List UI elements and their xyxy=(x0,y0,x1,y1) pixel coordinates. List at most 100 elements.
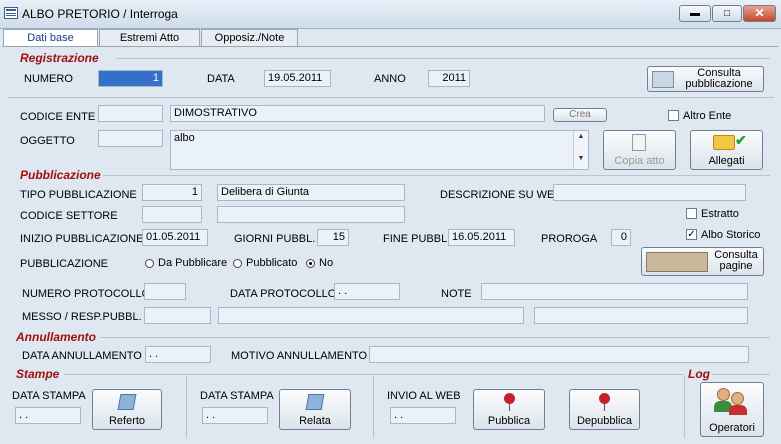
estratto-checkbox[interactable] xyxy=(686,208,697,219)
section-registrazione: Registrazione xyxy=(20,51,99,65)
tab-opposiz-note[interactable]: Opposiz./Note xyxy=(201,29,298,46)
radio-pubblicato[interactable] xyxy=(233,259,242,268)
app-icon xyxy=(4,7,18,19)
tipo-pubblicazione-desc[interactable]: Delibera di Giunta xyxy=(217,184,405,201)
scrollbar[interactable]: ▲ ▼ xyxy=(573,131,588,169)
altro-ente-checkbox[interactable] xyxy=(668,110,679,121)
radio-da-pubblicare-label: Da Pubblicare xyxy=(158,257,228,269)
section-stampe: Stampe xyxy=(16,367,60,381)
tipo-pubblicazione-code[interactable]: 1 xyxy=(142,184,202,201)
pubblicazione-label: PUBBLICAZIONE xyxy=(20,258,109,270)
fine-pubbl-label: FINE PUBBL. xyxy=(383,233,451,245)
oggetto-label: OGGETTO xyxy=(20,135,75,147)
printer-icon xyxy=(117,394,137,410)
anno-label: ANNO xyxy=(374,73,406,85)
oggetto-code-field[interactable] xyxy=(98,130,163,147)
section-log: Log xyxy=(688,367,710,381)
codice-settore-label: CODICE SETTORE xyxy=(20,210,118,222)
messo-resp-label: MESSO / RESP.PUBBL. xyxy=(22,311,142,323)
consulta-pubblicazione-label: Consulta pubblicazione xyxy=(685,67,753,90)
messo-code-field[interactable] xyxy=(144,307,211,324)
note-label: NOTE xyxy=(441,288,472,300)
numero-field[interactable]: 1 xyxy=(98,70,163,87)
inizio-pubblicazione-field[interactable]: 01.05.2011 xyxy=(142,229,208,246)
operatori-button[interactable]: Operatori xyxy=(700,382,764,437)
oggetto-text: albo xyxy=(174,132,195,144)
divider xyxy=(64,374,684,375)
radio-no-label: No xyxy=(319,257,334,269)
divider xyxy=(373,376,374,438)
data-stampa-referto-label: DATA STAMPA xyxy=(12,390,86,402)
radio-da-pubblicare[interactable] xyxy=(145,259,154,268)
operatori-label: Operatori xyxy=(709,422,755,434)
codice-settore-desc[interactable] xyxy=(217,206,405,223)
copia-atto-button[interactable]: Copia atto xyxy=(603,130,676,170)
proroga-field[interactable]: 0 xyxy=(611,229,631,246)
referto-button[interactable]: Referto xyxy=(92,389,162,430)
tab-estremi-atto[interactable]: Estremi Atto xyxy=(99,29,200,46)
anno-field[interactable]: 2011 xyxy=(428,70,470,87)
motivo-annullamento-label: MOTIVO ANNULLAMENTO xyxy=(231,350,368,362)
maximize-button[interactable]: □ xyxy=(712,5,742,22)
crea-button[interactable]: Crea xyxy=(553,108,607,122)
check-icon: ✔ xyxy=(735,132,747,148)
giorni-pubbl-field[interactable]: 15 xyxy=(317,229,349,246)
data-stampa-relata-label: DATA STAMPA xyxy=(200,390,274,402)
motivo-annullamento-field[interactable] xyxy=(369,346,749,363)
ente-descrizione-field[interactable]: DIMOSTRATIVO xyxy=(170,105,545,122)
albo-storico-checkbox[interactable]: ✓ xyxy=(686,229,697,240)
albo-storico-label: Albo Storico xyxy=(701,229,761,241)
numero-protocollo-label: NUMERO PROTOCOLLO xyxy=(22,288,151,300)
consulta-pubblicazione-button[interactable]: Consulta pubblicazione xyxy=(647,66,764,92)
oggetto-textarea[interactable]: albo ▲ ▼ xyxy=(170,130,589,170)
codice-settore-code[interactable] xyxy=(142,206,202,223)
tipo-pubblicazione-label: TIPO PUBBLICAZIONE xyxy=(20,189,137,201)
users-icon xyxy=(717,388,730,401)
radio-pubblicato-label: Pubblicato xyxy=(246,257,298,269)
descrizione-web-label: DESCRIZIONE SU WEB xyxy=(440,189,562,201)
minimize-button[interactable]: ▬ xyxy=(679,5,711,22)
depubblica-button[interactable]: Depubblica xyxy=(569,389,640,430)
divider xyxy=(116,58,770,59)
estratto-label: Estratto xyxy=(701,208,739,220)
numero-protocollo-field[interactable] xyxy=(144,283,186,300)
codice-ente-field[interactable] xyxy=(98,105,163,122)
messo-name-field[interactable] xyxy=(218,307,524,324)
proroga-label: PROROGA xyxy=(541,233,598,245)
data-field[interactable]: 19.05.2011 xyxy=(264,70,331,87)
data-protocollo-label: DATA PROTOCOLLO xyxy=(230,288,337,300)
relata-button[interactable]: Relata xyxy=(279,389,351,430)
allegati-label: Allegati xyxy=(708,155,745,167)
data-protocollo-field[interactable]: . . xyxy=(334,283,400,300)
divider xyxy=(103,175,770,176)
divider xyxy=(100,337,770,338)
copy-icon xyxy=(632,134,646,151)
divider xyxy=(8,97,774,98)
consulta-pagine-button[interactable]: Consulta pagine xyxy=(641,247,764,276)
invio-web-field[interactable]: . . xyxy=(390,407,456,424)
close-button[interactable]: ✕ xyxy=(743,5,776,22)
section-annullamento: Annullamento xyxy=(16,330,96,344)
printer-icon xyxy=(305,394,325,410)
search-doc-icon xyxy=(652,71,674,88)
data-stampa-relata-field[interactable]: . . xyxy=(202,407,268,424)
window-title: ALBO PRETORIO / Interroga xyxy=(22,7,178,21)
inizio-pubblicazione-label: INIZIO PUBBLICAZIONE xyxy=(20,233,144,245)
allegati-button[interactable]: ✔ Allegati xyxy=(690,130,763,170)
relata-label: Relata xyxy=(299,415,331,427)
note-field[interactable] xyxy=(481,283,748,300)
numero-label: NUMERO xyxy=(24,73,73,85)
descrizione-web-field[interactable] xyxy=(553,184,746,201)
pages-icon xyxy=(646,252,708,272)
data-label: DATA xyxy=(207,73,235,85)
tab-dati-base[interactable]: Dati base xyxy=(3,29,98,47)
fine-pubbl-field[interactable]: 16.05.2011 xyxy=(448,229,515,246)
pubblica-button[interactable]: Pubblica xyxy=(473,389,545,430)
radio-no[interactable] xyxy=(306,259,315,268)
altro-ente-label: Altro Ente xyxy=(683,110,732,122)
copia-atto-label: Copia atto xyxy=(614,155,665,167)
messo-extra-field[interactable] xyxy=(534,307,748,324)
depubblica-label: Depubblica xyxy=(576,415,633,427)
data-annullamento-field[interactable]: . . xyxy=(145,346,211,363)
data-stampa-referto-field[interactable]: . . xyxy=(15,407,81,424)
